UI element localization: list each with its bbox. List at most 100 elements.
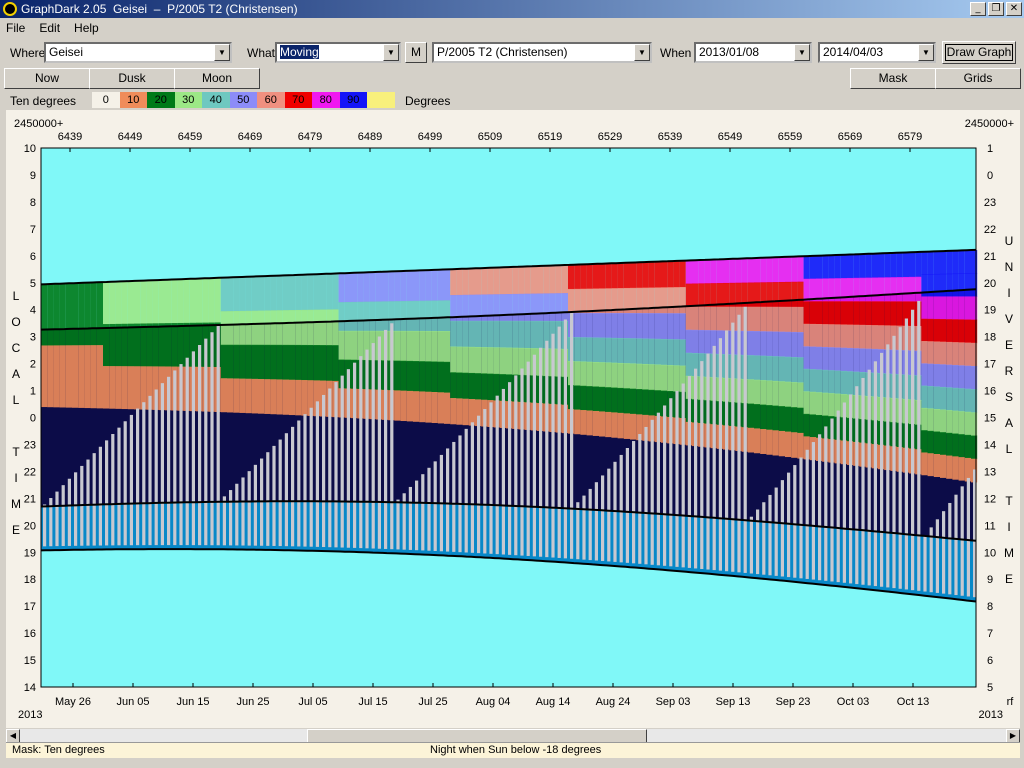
legend-swatch-30: 30 (174, 92, 202, 108)
date-tick-label: Aug 24 (596, 696, 631, 708)
local-hour-label: 19 (24, 547, 36, 559)
menu-file[interactable]: File (6, 21, 25, 35)
ut-hour-label: 20 (984, 278, 996, 290)
moon-button[interactable]: Moon (174, 68, 260, 89)
date-tick-label: Aug 14 (536, 696, 571, 708)
chevron-down-icon[interactable]: ▼ (214, 44, 230, 61)
universal-time-axis-letter: E (1005, 338, 1013, 352)
chevron-down-icon[interactable]: ▼ (383, 44, 399, 61)
ut-hour-label: 12 (984, 493, 996, 505)
toolbar: Where Geisei ▼ What Moving ▼ M P/2005 T2… (0, 40, 1024, 66)
action-button-row: Now Dusk Moon Mask Grids (0, 68, 1024, 90)
jd-tick-label: 6529 (598, 131, 622, 143)
jd-tick-label: 6509 (478, 131, 502, 143)
universal-time-axis-letter: N (1005, 260, 1014, 274)
ut-hour-label: 7 (987, 628, 993, 640)
grids-button[interactable]: Grids (935, 68, 1021, 89)
local-time-axis-letter: L (13, 393, 20, 407)
jd-tick-label: 6499 (418, 131, 442, 143)
ut-hour-label: 22 (984, 224, 996, 236)
chevron-down-icon[interactable]: ▼ (918, 44, 934, 61)
restore-icon[interactable]: ❐ (988, 2, 1004, 16)
universal-time-axis-letter: I (1007, 520, 1010, 534)
object-select[interactable]: P/2005 T2 (Christensen) ▼ (432, 42, 652, 63)
year-right: 2013 (979, 709, 1003, 721)
scroll-left-icon[interactable]: ◀ (6, 729, 20, 743)
object-value: P/2005 T2 (Christensen) (437, 45, 568, 59)
chevron-down-icon[interactable]: ▼ (634, 44, 650, 61)
jd-tick-label: 6439 (58, 131, 82, 143)
dusk-button[interactable]: Dusk (89, 68, 175, 89)
where-select[interactable]: Geisei ▼ (44, 42, 232, 63)
legend-swatch-90: 90 (339, 92, 367, 108)
legend-swatch-0: 0 (92, 92, 120, 108)
local-hour-label: 10 (24, 143, 36, 155)
jd-prefix-left: 2450000+ (14, 118, 63, 130)
app-icon (3, 2, 17, 16)
year-left: 2013 (18, 709, 42, 721)
status-bar: Mask: Ten degrees Night when Sun below -… (6, 742, 1020, 758)
local-hour-label: 9 (30, 170, 36, 182)
jd-tick-label: 6569 (838, 131, 862, 143)
close-icon[interactable]: ✕ (1006, 2, 1022, 16)
chevron-down-icon[interactable]: ▼ (794, 44, 810, 61)
legend-swatches: 0 10 20 30 40 50 60 70 80 90 (92, 92, 395, 108)
scroll-right-icon[interactable]: ▶ (1006, 729, 1020, 743)
end-date-select[interactable]: 2014/04/03 ▼ (818, 42, 936, 63)
ut-hour-label: 9 (987, 574, 993, 586)
date-tick-label: Sep 13 (716, 696, 751, 708)
local-hour-label: 15 (24, 655, 36, 667)
jd-tick-label: 6559 (778, 131, 802, 143)
jd-tick-label: 6539 (658, 131, 682, 143)
local-time-axis-letter: E (12, 523, 20, 537)
jd-tick-label: 6479 (298, 131, 322, 143)
start-date-value: 2013/01/08 (699, 45, 760, 59)
date-tick-label: Oct 03 (837, 696, 869, 708)
minimize-icon[interactable]: _ (970, 2, 986, 16)
ut-hour-label: 11 (984, 520, 995, 532)
now-button[interactable]: Now (4, 68, 90, 89)
start-date-select[interactable]: 2013/01/08 ▼ (694, 42, 812, 63)
ut-hour-label: 10 (984, 547, 996, 559)
local-hour-label: 1 (30, 386, 36, 398)
dark-time-graph: 6439May 266449Jun 056459Jun 156469Jun 25… (11, 118, 1014, 721)
end-date-value: 2014/04/03 (823, 45, 884, 59)
menu-edit[interactable]: Edit (39, 21, 60, 35)
legend-swatch-70: 70 (284, 92, 312, 108)
legend-swatch-20: 20 (147, 92, 175, 108)
legend-unit: Degrees (405, 94, 451, 108)
date-tick-label: Jun 15 (176, 696, 209, 708)
scrollbar-thumb[interactable] (307, 729, 647, 743)
legend-swatch-80: 80 (312, 92, 340, 108)
legend: Ten degrees 0 10 20 30 40 50 60 70 80 90 Degrees (0, 91, 1024, 109)
ut-hour-label: 13 (984, 466, 996, 478)
universal-time-axis-letter: M (1004, 546, 1014, 560)
horizontal-scrollbar[interactable]: ◀ ▶ (6, 729, 1020, 743)
status-night: Night when Sun below -18 degrees (430, 744, 602, 756)
jd-prefix-right: 2450000+ (965, 118, 1014, 130)
menu-bar: File Edit Help (0, 18, 1024, 37)
menu-help[interactable]: Help (74, 21, 99, 35)
local-hour-label: 14 (24, 682, 36, 694)
where-value: Geisei (49, 45, 84, 59)
draw-graph-button[interactable]: Draw Graph (942, 41, 1016, 64)
local-hour-label: 23 (24, 439, 36, 451)
universal-time-axis-letter: T (1005, 494, 1013, 508)
local-hour-label: 7 (30, 224, 36, 236)
ut-hour-label: 23 (984, 197, 996, 209)
ut-hour-label: 6 (987, 655, 993, 667)
ut-hour-label: 19 (984, 305, 996, 317)
date-tick-label: Jul 25 (418, 696, 447, 708)
mask-button[interactable]: Mask (850, 68, 936, 89)
universal-time-axis-letter: A (1005, 416, 1013, 430)
legend-swatch-top (367, 92, 395, 108)
m-button[interactable]: M (405, 42, 427, 63)
jd-tick-label: 6489 (358, 131, 382, 143)
local-time-axis-letter: C (12, 341, 21, 355)
jd-tick-label: 6469 (238, 131, 262, 143)
title-bar: GraphDark 2.05 Geisei – P/2005 T2 (Chris… (0, 0, 1024, 18)
ut-hour-label: 0 (987, 170, 993, 182)
universal-time-axis-letter: L (1006, 442, 1013, 456)
what-select[interactable]: Moving ▼ (275, 42, 401, 63)
local-hour-label: 8 (30, 197, 36, 209)
